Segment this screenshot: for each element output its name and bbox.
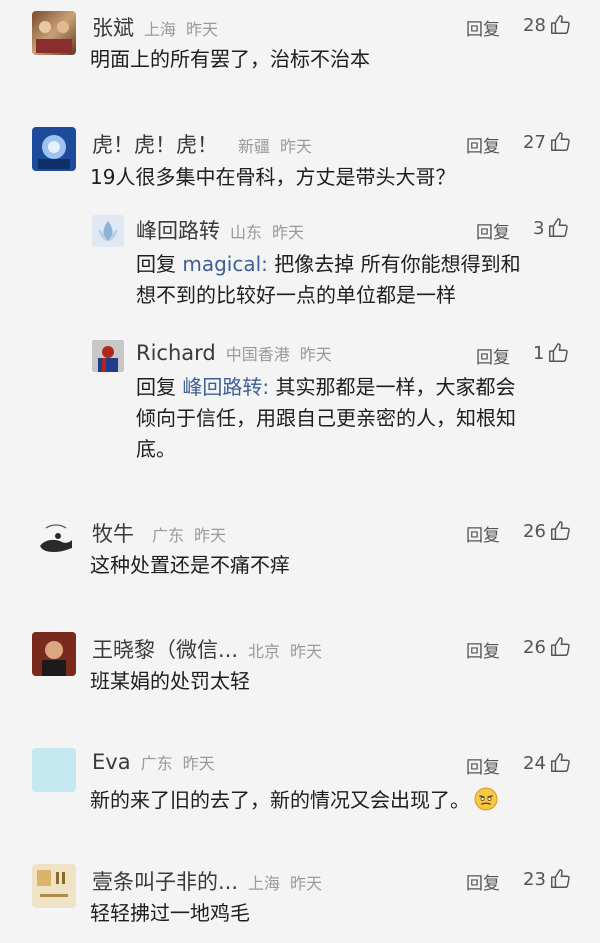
name-label: 峰回路转 bbox=[136, 219, 220, 243]
avatar-image bbox=[98, 221, 118, 241]
time-label: 昨天 bbox=[280, 137, 313, 156]
time-label: 昨天 bbox=[182, 754, 215, 773]
name-label: Eva bbox=[92, 750, 131, 774]
name-label: 牧牛 bbox=[92, 522, 134, 546]
reply-button[interactable]: 回复 bbox=[466, 132, 500, 157]
location-label: 山东 bbox=[230, 223, 263, 242]
avatar-image bbox=[92, 340, 124, 372]
commenter-name[interactable]: Eva 广东 昨天 bbox=[92, 750, 215, 774]
thumbs-up-icon bbox=[550, 869, 570, 888]
comment-text: 明面上的所有罢了，治标不治本 bbox=[90, 47, 370, 71]
commenter-name[interactable]: Richard 中国香港 昨天 bbox=[136, 341, 332, 365]
thumbs-up-icon bbox=[549, 343, 569, 362]
avatar-image bbox=[38, 135, 70, 169]
like-count: 26 bbox=[523, 636, 546, 658]
reply-line: 倾向于信任，用跟自己更亲密的人，知根知 bbox=[136, 406, 516, 430]
time-label: 昨天 bbox=[272, 223, 305, 242]
name-label: Richard bbox=[136, 341, 216, 365]
time-label: 昨天 bbox=[186, 20, 219, 39]
time-label: 昨天 bbox=[290, 874, 323, 893]
like-button[interactable]: 24 bbox=[523, 752, 571, 774]
like-count: 27 bbox=[523, 131, 546, 153]
reply-button[interactable]: 回复 bbox=[466, 637, 500, 662]
like-count: 1 bbox=[533, 342, 545, 364]
reply-button[interactable]: 回复 bbox=[466, 753, 500, 778]
reply-button[interactable]: 回复 bbox=[466, 869, 500, 894]
like-count: 24 bbox=[523, 752, 546, 774]
time-label: 昨天 bbox=[194, 526, 227, 545]
thumbs-up-icon bbox=[550, 132, 570, 151]
name-label: 虎！虎！虎！ bbox=[92, 133, 218, 157]
reply-line: 把像去掉 所有你能想得到和 bbox=[267, 252, 521, 276]
comment-text: 班某娟的处罚太轻 bbox=[90, 669, 250, 693]
like-count: 26 bbox=[523, 520, 546, 542]
thumbs-up-icon bbox=[550, 521, 570, 540]
comment-text: 这种处置还是不痛不痒 bbox=[90, 553, 290, 577]
avatar[interactable] bbox=[32, 516, 76, 560]
like-button[interactable]: 27 bbox=[523, 131, 571, 153]
thumbs-up-icon bbox=[550, 637, 570, 656]
avatar[interactable] bbox=[32, 748, 76, 792]
avatar[interactable] bbox=[32, 11, 76, 55]
thumbs-up-icon bbox=[550, 15, 570, 34]
name-label: 壹条叫子非的... bbox=[92, 870, 239, 894]
reply-avatar[interactable] bbox=[92, 215, 124, 247]
commenter-name[interactable]: 牧牛 广东 昨天 bbox=[92, 518, 226, 548]
like-count: 23 bbox=[523, 868, 546, 890]
avatar[interactable] bbox=[32, 632, 76, 676]
reply-button[interactable]: 回复 bbox=[476, 218, 510, 243]
location-label: 广东 bbox=[140, 754, 173, 773]
avatar-image bbox=[32, 748, 76, 792]
like-button[interactable]: 1 bbox=[533, 342, 569, 364]
reply-line: 想不到的比较好一点的单位都是一样 bbox=[136, 283, 456, 307]
avatar-image bbox=[32, 632, 76, 676]
location-label: 中国香港 bbox=[225, 345, 290, 364]
reply-text: 回复 magical: 把像去掉 所有你能想得到和 想不到的比较好一点的单位都是… bbox=[136, 249, 576, 311]
reply-prefix: 回复 bbox=[136, 252, 183, 276]
like-button[interactable]: 28 bbox=[523, 14, 571, 36]
reply-text: 回复 峰回路转: 其实那都是一样，大家都会 倾向于信任，用跟自己更亲密的人，知根… bbox=[136, 372, 576, 465]
commenter-name[interactable]: 峰回路转 山东 昨天 bbox=[136, 215, 304, 245]
avatar-image bbox=[40, 524, 72, 552]
location-label: 北京 bbox=[248, 642, 281, 661]
location-label: 上海 bbox=[248, 874, 281, 893]
avatar[interactable] bbox=[32, 127, 76, 171]
avatar-image bbox=[36, 21, 72, 53]
like-button[interactable]: 3 bbox=[533, 217, 569, 239]
like-count: 3 bbox=[533, 217, 545, 239]
reply-line: 底。 bbox=[136, 437, 176, 461]
reply-prefix: 回复 bbox=[136, 375, 183, 399]
time-label: 昨天 bbox=[299, 345, 332, 364]
reply-button[interactable]: 回复 bbox=[476, 343, 510, 368]
name-label: 王晓黎（微信... bbox=[92, 638, 239, 662]
commenter-name[interactable]: 张斌 上海 昨天 bbox=[92, 12, 218, 42]
like-button[interactable]: 23 bbox=[523, 868, 571, 890]
like-count: 28 bbox=[523, 14, 546, 36]
commenter-name[interactable]: 壹条叫子非的... 上海 昨天 bbox=[92, 866, 322, 896]
name-label: 张斌 bbox=[92, 16, 134, 40]
comment-text: 新的来了旧的去了，新的情况又会出现了。 bbox=[90, 785, 498, 816]
commenter-name[interactable]: 王晓黎（微信... 北京 昨天 bbox=[92, 634, 322, 664]
reply-target-link[interactable]: magical: bbox=[182, 252, 268, 276]
comment-text-content: 新的来了旧的去了，新的情况又会出现了。 bbox=[90, 788, 470, 812]
avatar-image bbox=[32, 864, 76, 908]
like-button[interactable]: 26 bbox=[523, 520, 571, 542]
commenter-name[interactable]: 虎！虎！虎！ 新疆 昨天 bbox=[92, 129, 312, 159]
location-label: 广东 bbox=[152, 526, 185, 545]
reply-line: 其实那都是一样，大家都会 bbox=[269, 375, 516, 399]
reply-button[interactable]: 回复 bbox=[466, 521, 500, 546]
comment-text: 轻轻拂过一地鸡毛 bbox=[90, 901, 250, 925]
reply-button[interactable]: 回复 bbox=[466, 15, 500, 40]
reply-target-link[interactable]: 峰回路转: bbox=[182, 375, 269, 399]
location-label: 上海 bbox=[144, 20, 177, 39]
location-label: 新疆 bbox=[238, 137, 271, 156]
time-label: 昨天 bbox=[290, 642, 323, 661]
reply-avatar[interactable] bbox=[92, 340, 124, 372]
smirk-emoji-icon bbox=[474, 787, 498, 811]
like-button[interactable]: 26 bbox=[523, 636, 571, 658]
comment-text: 19人很多集中在骨科，方丈是带头大哥？ bbox=[90, 165, 456, 189]
avatar[interactable] bbox=[32, 864, 76, 908]
thumbs-up-icon bbox=[549, 218, 569, 237]
thumbs-up-icon bbox=[550, 753, 570, 772]
